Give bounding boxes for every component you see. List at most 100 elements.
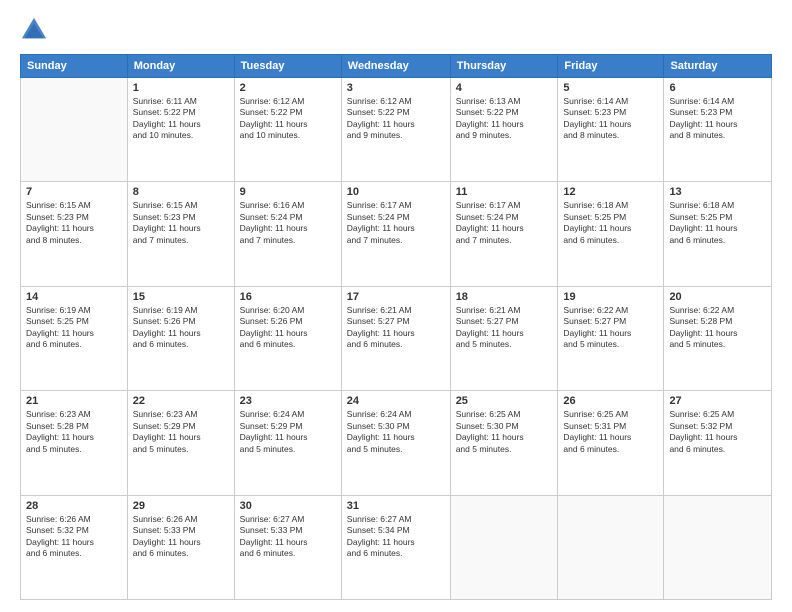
calendar-cell: 12 Sunrise: 6:18 AM Sunset: 5:25 PM Dayli… — [558, 182, 664, 286]
calendar-cell: 6 Sunrise: 6:14 AM Sunset: 5:23 PM Daylig… — [664, 78, 772, 182]
header — [20, 16, 772, 44]
day-number: 26 — [563, 395, 658, 407]
day-number: 2 — [240, 82, 336, 94]
calendar-cell: 24Sunrise: 6:24 AM Sunset: 5:30 PM Dayli… — [341, 391, 450, 495]
calendar-cell — [558, 495, 664, 599]
day-number: 30 — [240, 500, 336, 512]
day-info: Sunrise: 6:27 AM Sunset: 5:33 PM Dayligh… — [240, 514, 336, 560]
day-info: Sunrise: 6:27 AM Sunset: 5:34 PM Dayligh… — [347, 514, 445, 560]
calendar-cell: 8 Sunrise: 6:15 AM Sunset: 5:23 PM Daylig… — [127, 182, 234, 286]
calendar-cell: 15Sunrise: 6:19 AM Sunset: 5:26 PM Dayli… — [127, 286, 234, 390]
day-info: Sunrise: 6:17 AM Sunset: 5:24 PM Dayligh… — [347, 200, 445, 246]
day-number: 10 — [347, 186, 445, 198]
col-header-sunday: Sunday — [21, 55, 128, 78]
day-number: 9 — [240, 186, 336, 198]
day-info: Sunrise: 6:24 AM Sunset: 5:29 PM Dayligh… — [240, 409, 336, 455]
calendar-week-row: 21 Sunrise: 6:23 AM Sunset: 5:28 PM Dayli… — [21, 391, 772, 495]
day-info: Sunrise: 6:21 AM Sunset: 5:27 PM Dayligh… — [456, 305, 553, 351]
day-info: Sunrise: 6:20 AM Sunset: 5:26 PM Dayligh… — [240, 305, 336, 351]
day-number: 22 — [133, 395, 229, 407]
calendar-cell: 25Sunrise: 6:25 AM Sunset: 5:30 PM Dayli… — [450, 391, 558, 495]
calendar-cell — [664, 495, 772, 599]
day-number: 29 — [133, 500, 229, 512]
calendar-cell: 3 Sunrise: 6:12 AM Sunset: 5:22 PM Daylig… — [341, 78, 450, 182]
day-number: 17 — [347, 291, 445, 303]
day-number: 8 — [133, 186, 229, 198]
day-number: 21 — [26, 395, 122, 407]
day-info: Sunrise: 6:19 AM Sunset: 5:25 PM Dayligh… — [26, 305, 122, 351]
calendar-cell: 16 Sunrise: 6:20 AM Sunset: 5:26 PM Dayli… — [234, 286, 341, 390]
calendar-cell: 26 Sunrise: 6:25 AM Sunset: 5:31 PM Dayli… — [558, 391, 664, 495]
day-info: Sunrise: 6:25 AM Sunset: 5:30 PM Dayligh… — [456, 409, 553, 455]
calendar-cell: 14 Sunrise: 6:19 AM Sunset: 5:25 PM Dayli… — [21, 286, 128, 390]
day-info: Sunrise: 6:25 AM Sunset: 5:31 PM Dayligh… — [563, 409, 658, 455]
day-number: 5 — [563, 82, 658, 94]
calendar-cell: 4Sunrise: 6:13 AM Sunset: 5:22 PM Daylig… — [450, 78, 558, 182]
day-number: 4 — [456, 82, 553, 94]
day-number: 6 — [669, 82, 766, 94]
calendar-cell: 1 Sunrise: 6:11 AM Sunset: 5:22 PM Daylig… — [127, 78, 234, 182]
day-number: 28 — [26, 500, 122, 512]
day-number: 24 — [347, 395, 445, 407]
col-header-saturday: Saturday — [664, 55, 772, 78]
calendar-cell: 30 Sunrise: 6:27 AM Sunset: 5:33 PM Dayli… — [234, 495, 341, 599]
calendar-cell: 2 Sunrise: 6:12 AM Sunset: 5:22 PM Daylig… — [234, 78, 341, 182]
calendar-cell: 11 Sunrise: 6:17 AM Sunset: 5:24 PM Dayli… — [450, 182, 558, 286]
day-number: 11 — [456, 186, 553, 198]
calendar-header-row: SundayMondayTuesdayWednesdayThursdayFrid… — [21, 55, 772, 78]
calendar-cell — [21, 78, 128, 182]
calendar-cell: 28 Sunrise: 6:26 AM Sunset: 5:32 PM Dayli… — [21, 495, 128, 599]
day-info: Sunrise: 6:12 AM Sunset: 5:22 PM Dayligh… — [240, 96, 336, 142]
day-info: Sunrise: 6:12 AM Sunset: 5:22 PM Dayligh… — [347, 96, 445, 142]
day-number: 20 — [669, 291, 766, 303]
day-info: Sunrise: 6:26 AM Sunset: 5:33 PM Dayligh… — [133, 514, 229, 560]
day-info: Sunrise: 6:26 AM Sunset: 5:32 PM Dayligh… — [26, 514, 122, 560]
day-info: Sunrise: 6:14 AM Sunset: 5:23 PM Dayligh… — [669, 96, 766, 142]
calendar-cell: 13 Sunrise: 6:18 AM Sunset: 5:25 PM Dayli… — [664, 182, 772, 286]
day-info: Sunrise: 6:15 AM Sunset: 5:23 PM Dayligh… — [26, 200, 122, 246]
day-number: 1 — [133, 82, 229, 94]
day-info: Sunrise: 6:23 AM Sunset: 5:28 PM Dayligh… — [26, 409, 122, 455]
calendar-table: SundayMondayTuesdayWednesdayThursdayFrid… — [20, 54, 772, 600]
calendar-week-row: 14 Sunrise: 6:19 AM Sunset: 5:25 PM Dayli… — [21, 286, 772, 390]
page: SundayMondayTuesdayWednesdayThursdayFrid… — [0, 0, 792, 612]
day-number: 15 — [133, 291, 229, 303]
calendar-cell: 17 Sunrise: 6:21 AM Sunset: 5:27 PM Dayli… — [341, 286, 450, 390]
calendar-week-row: 28 Sunrise: 6:26 AM Sunset: 5:32 PM Dayli… — [21, 495, 772, 599]
day-number: 23 — [240, 395, 336, 407]
calendar-cell: 5 Sunrise: 6:14 AM Sunset: 5:23 PM Daylig… — [558, 78, 664, 182]
calendar-cell: 29 Sunrise: 6:26 AM Sunset: 5:33 PM Dayli… — [127, 495, 234, 599]
day-info: Sunrise: 6:18 AM Sunset: 5:25 PM Dayligh… — [563, 200, 658, 246]
day-info: Sunrise: 6:23 AM Sunset: 5:29 PM Dayligh… — [133, 409, 229, 455]
day-info: Sunrise: 6:16 AM Sunset: 5:24 PM Dayligh… — [240, 200, 336, 246]
calendar-cell: 10 Sunrise: 6:17 AM Sunset: 5:24 PM Dayli… — [341, 182, 450, 286]
day-info: Sunrise: 6:21 AM Sunset: 5:27 PM Dayligh… — [347, 305, 445, 351]
calendar-cell: 19Sunrise: 6:22 AM Sunset: 5:27 PM Dayli… — [558, 286, 664, 390]
calendar-cell: 21 Sunrise: 6:23 AM Sunset: 5:28 PM Dayli… — [21, 391, 128, 495]
day-info: Sunrise: 6:11 AM Sunset: 5:22 PM Dayligh… — [133, 96, 229, 142]
day-number: 12 — [563, 186, 658, 198]
calendar-cell: 7 Sunrise: 6:15 AM Sunset: 5:23 PM Daylig… — [21, 182, 128, 286]
calendar-week-row: 7 Sunrise: 6:15 AM Sunset: 5:23 PM Daylig… — [21, 182, 772, 286]
day-number: 14 — [26, 291, 122, 303]
day-number: 16 — [240, 291, 336, 303]
day-info: Sunrise: 6:22 AM Sunset: 5:28 PM Dayligh… — [669, 305, 766, 351]
col-header-tuesday: Tuesday — [234, 55, 341, 78]
day-number: 18 — [456, 291, 553, 303]
day-info: Sunrise: 6:15 AM Sunset: 5:23 PM Dayligh… — [133, 200, 229, 246]
day-number: 13 — [669, 186, 766, 198]
calendar-cell: 20 Sunrise: 6:22 AM Sunset: 5:28 PM Dayli… — [664, 286, 772, 390]
day-number: 3 — [347, 82, 445, 94]
calendar-cell: 31 Sunrise: 6:27 AM Sunset: 5:34 PM Dayli… — [341, 495, 450, 599]
day-number: 31 — [347, 500, 445, 512]
day-info: Sunrise: 6:18 AM Sunset: 5:25 PM Dayligh… — [669, 200, 766, 246]
calendar-cell — [450, 495, 558, 599]
day-info: Sunrise: 6:17 AM Sunset: 5:24 PM Dayligh… — [456, 200, 553, 246]
calendar-cell: 27 Sunrise: 6:25 AM Sunset: 5:32 PM Dayli… — [664, 391, 772, 495]
day-number: 7 — [26, 186, 122, 198]
day-number: 27 — [669, 395, 766, 407]
calendar-cell: 18 Sunrise: 6:21 AM Sunset: 5:27 PM Dayli… — [450, 286, 558, 390]
day-info: Sunrise: 6:14 AM Sunset: 5:23 PM Dayligh… — [563, 96, 658, 142]
day-info: Sunrise: 6:25 AM Sunset: 5:32 PM Dayligh… — [669, 409, 766, 455]
col-header-friday: Friday — [558, 55, 664, 78]
